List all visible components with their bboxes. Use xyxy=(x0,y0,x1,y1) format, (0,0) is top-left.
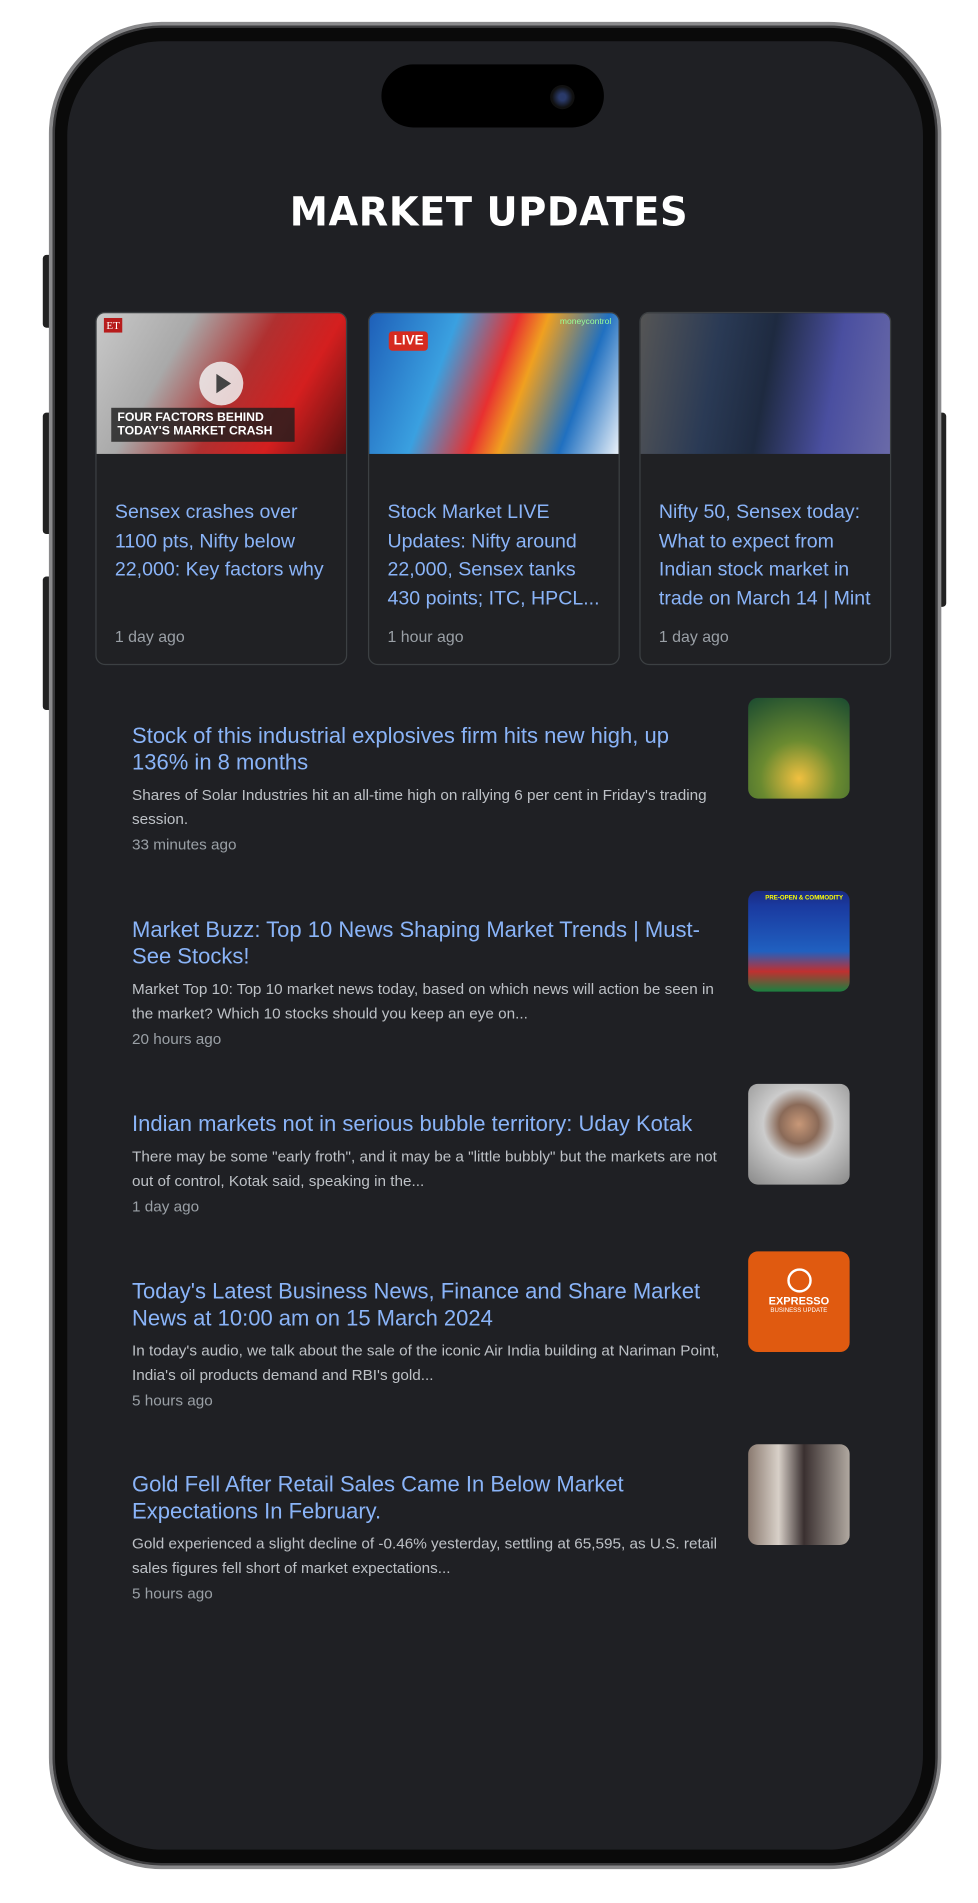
play-icon[interactable] xyxy=(199,361,244,406)
article-thumbnail[interactable]: PRE-OPEN & COMMODITY xyxy=(748,890,850,992)
article-snippet: Shares of Solar Industries hit an all-ti… xyxy=(132,786,707,828)
article-item[interactable]: Gold Fell After Retail Sales Came In Bel… xyxy=(132,1444,853,1603)
article-title[interactable]: Stock of this industrial explosives firm… xyxy=(132,722,719,775)
article-title[interactable]: Market Buzz: Top 10 News Shaping Market … xyxy=(132,916,719,969)
live-badge: LIVE xyxy=(388,331,429,351)
article-item[interactable]: Today's Latest Business News, Finance an… xyxy=(132,1251,853,1410)
article-title[interactable]: Today's Latest Business News, Finance an… xyxy=(132,1278,719,1331)
story-title[interactable]: Sensex crashes over 1100 pts, Nifty belo… xyxy=(115,499,331,585)
article-snippet: Market Top 10: Top 10 market news today,… xyxy=(132,980,714,1022)
top-story-card[interactable]: Nifty 50, Sensex today: What to expect f… xyxy=(639,311,892,666)
expresso-logo-icon xyxy=(786,1268,812,1293)
article-title[interactable]: Indian markets not in serious bubble ter… xyxy=(132,1111,719,1138)
article-time: 20 hours ago xyxy=(132,1030,222,1048)
article-thumbnail[interactable] xyxy=(748,697,850,799)
story-image: ET FOUR FACTORS BEHIND TODAY'S MARKET CR… xyxy=(96,313,346,454)
image-caption: FOUR FACTORS BEHIND TODAY'S MARKET CRASH xyxy=(111,407,295,442)
thumbnail-caption: EXPRESSO xyxy=(768,1295,830,1308)
article-item[interactable]: Indian markets not in serious bubble ter… xyxy=(132,1083,853,1215)
article-snippet: In today's audio, we talk about the sale… xyxy=(132,1342,720,1384)
top-story-card[interactable]: ET FOUR FACTORS BEHIND TODAY'S MARKET CR… xyxy=(95,311,348,666)
story-image xyxy=(640,313,890,454)
camera-icon xyxy=(550,84,575,110)
story-title[interactable]: Nifty 50, Sensex today: What to expect f… xyxy=(659,499,875,613)
story-time: 1 hour ago xyxy=(387,627,464,646)
story-time: 1 day ago xyxy=(114,627,185,646)
story-title[interactable]: Stock Market LIVE Updates: Nifty around … xyxy=(388,499,604,613)
article-time: 1 day ago xyxy=(132,1197,200,1215)
top-story-card[interactable]: LIVE moneycontrol Stock Market LIVE Upda… xyxy=(367,311,620,666)
thumbnail-subcaption: BUSINESS UPDATE xyxy=(770,1307,828,1315)
article-thumbnail[interactable]: EXPRESSO BUSINESS UPDATE xyxy=(748,1251,850,1353)
article-snippet: Gold experienced a slight decline of -0.… xyxy=(132,1535,718,1577)
article-thumbnail[interactable] xyxy=(748,1444,850,1546)
moneycontrol-logo: moneycontrol xyxy=(559,317,612,327)
story-time: 1 day ago xyxy=(658,627,729,646)
article-item[interactable]: Stock of this industrial explosives firm… xyxy=(132,697,853,854)
story-image: LIVE moneycontrol xyxy=(369,313,619,454)
article-item[interactable]: Market Buzz: Top 10 News Shaping Market … xyxy=(132,890,853,1048)
article-time: 33 minutes ago xyxy=(132,836,237,854)
article-time: 5 hours ago xyxy=(132,1392,213,1410)
et-logo: ET xyxy=(103,317,123,333)
article-title[interactable]: Gold Fell After Retail Sales Came In Bel… xyxy=(132,1471,719,1524)
article-snippet: There may be some "early froth", and it … xyxy=(132,1148,717,1190)
article-time: 5 hours ago xyxy=(132,1585,213,1603)
article-thumbnail[interactable] xyxy=(748,1083,850,1185)
thumbnail-caption: PRE-OPEN & COMMODITY xyxy=(765,894,844,902)
page-title: MARKET UPDATES xyxy=(289,188,689,236)
